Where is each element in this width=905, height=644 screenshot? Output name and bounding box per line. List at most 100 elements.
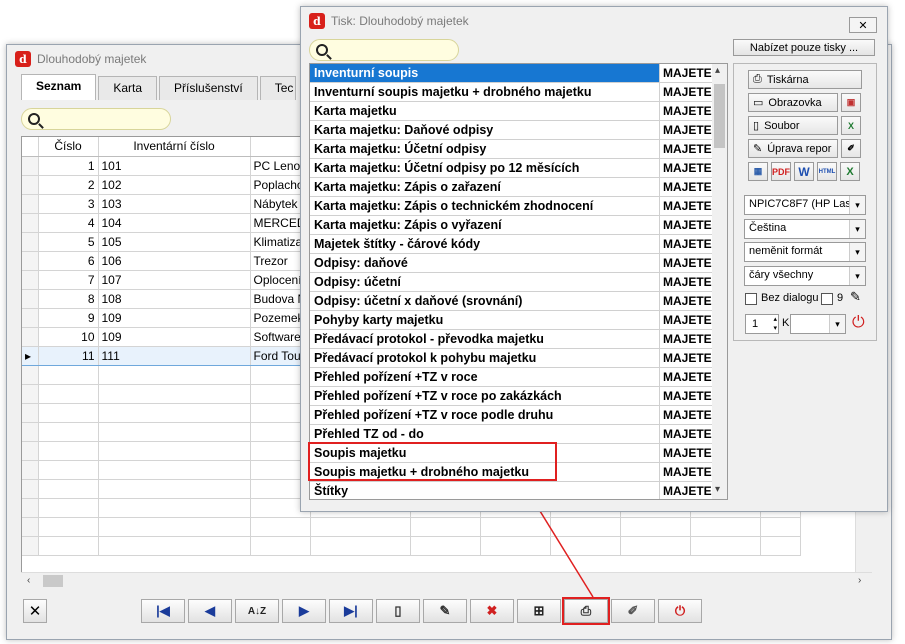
report-category: MAJETE [663,66,712,80]
report-list-item[interactable]: Přehled pořízení +TZ v roce MAJETE [310,368,712,387]
report-list-item[interactable]: Karta majetku: Zápis o technickém zhodno… [310,197,712,216]
report-name: Přehled pořízení +TZ v roce podle druhu [310,406,660,424]
report-name: Karta majetku: Účetní odpisy [310,140,660,158]
report-list-item[interactable]: Majetek štítky - čárové kódy MAJETE [310,235,712,254]
dialog-close-button[interactable]: ✕ [849,17,877,33]
pdf-export-button[interactable]: PDF [771,162,791,181]
report-category: MAJETE [663,294,712,308]
report-category: MAJETE [663,123,712,137]
offer-only-prints-button[interactable]: Nabízet pouze tisky ... [733,39,875,56]
report-name: Inventurní soupis [310,64,660,82]
report-list: Inventurní soupis MAJETE Inventurní soupis… [309,63,728,500]
report-list-item[interactable]: Karta majetku: Účetní odpisy MAJETE [310,140,712,159]
report-name: Odpisy: účetní x daňové (srovnání) [310,292,660,310]
report-list-item[interactable]: Přehled pořízení +TZ v roce podle druhu M… [310,406,712,425]
report-name: Karta majetku [310,102,660,120]
designer-icon: ✐ [847,143,855,153]
report-list-item[interactable]: Karta majetku MAJETE [310,102,712,121]
report-category: MAJETE [663,218,712,232]
report-category: MAJETE [663,237,712,251]
report-name: Majetek štítky - čárové kódy [310,235,660,253]
report-list-item[interactable]: Předávací protokol k pohybu majetku MAJET… [310,349,712,368]
no-dialog-checkbox[interactable] [745,293,757,305]
report-list-item[interactable]: Odpisy: daňové MAJETE [310,254,712,273]
stepper-arrows-icon[interactable]: ▴ ▾ [773,315,777,333]
chevron-down-icon[interactable]: ▾ [849,220,865,238]
report-category: MAJETE [663,180,712,194]
report-list-item[interactable]: Odpisy: účetní MAJETE [310,273,712,292]
app-logo-icon: d [309,13,325,29]
screen-button[interactable]: ▭ Obrazovka [748,93,838,112]
report-list-item[interactable]: Inventurní soupis MAJETE [310,64,712,83]
report-list-item[interactable]: Inventurní soupis majetku + drobného maj… [310,83,712,102]
report-category: MAJETE [663,427,712,441]
report-list-item[interactable]: Odpisy: účetní x daňové (srovnání) MAJETE [310,292,712,311]
html-export-button[interactable]: HTML [817,162,837,181]
report-name: Karta majetku: Účetní odpisy po 12 měsíc… [310,159,660,177]
report-scroll-thumb[interactable] [714,84,725,148]
lines-select[interactable]: čáry všechny ▾ [744,266,866,286]
scroll-down-icon[interactable]: ▾ [715,484,720,495]
report-category: MAJETE [663,142,712,156]
report-list-item[interactable]: Karta majetku: Účetní odpisy po 12 měsíc… [310,159,712,178]
report-list-item[interactable]: Štítky MAJETE [310,482,712,499]
report-designer-button[interactable]: ✐ [841,139,861,158]
copies-stepper[interactable]: 1 ▴ ▾ [745,314,779,334]
format-select[interactable]: neměnit formát ▾ [744,242,866,262]
report-category: MAJETE [663,408,712,422]
report-category: MAJETE [663,161,712,175]
grid-icon: ▦ [753,166,763,176]
scroll-up-icon[interactable]: ▴ [715,65,720,76]
screen-options-button[interactable]: ▣ [841,93,861,112]
copies-checkbox[interactable] [821,293,833,305]
power-icon[interactable]: ⏻ [852,314,865,332]
report-category: MAJETE [663,465,712,479]
printer-button[interactable]: ⎙ Tiskárna [748,70,862,89]
report-name: Odpisy: účetní [310,273,660,291]
report-category: MAJETE [663,85,712,99]
print-dialog: d Tisk: Dlouhodobý majetek ✕ Nabízet pou… [300,6,888,512]
file-icon: ▯ [753,120,760,132]
chevron-down-icon[interactable]: ▾ [849,243,865,261]
chevron-down-icon[interactable]: ▾ [849,267,865,285]
excel-export-button[interactable]: X [841,116,861,135]
printer-select[interactable]: NPIC7C8F7 (HP Lase ▾ [744,195,866,215]
word-export-button[interactable]: W [794,162,814,181]
report-category: MAJETE [663,256,712,270]
file-button[interactable]: ▯ Soubor [748,116,838,135]
grid-export-button[interactable]: ▦ [748,162,768,181]
language-select[interactable]: Čeština ▾ [744,219,866,239]
html-icon: HTML [818,168,836,175]
report-list-item[interactable]: Přehled pořízení +TZ v roce po zakázkách… [310,387,712,406]
output-options-panel: ⎙ Tiskárna ▭ Obrazovka ▣ ▯ Soubor X ✎ Úprava… [733,63,877,341]
report-category: MAJETE [663,351,712,365]
report-list-item[interactable]: Karta majetku: Daňové odpisy MAJETE [310,121,712,140]
report-list-scrollbar[interactable]: ▴ ▾ [712,64,727,499]
chevron-down-icon[interactable]: ▾ [849,196,865,214]
report-category: MAJETE [663,313,712,327]
report-name: Přehled pořízení +TZ v roce [310,368,660,386]
report-list-item[interactable]: Karta majetku: Zápis o zařazení MAJETE [310,178,712,197]
excel-icon: X [847,120,854,131]
report-list-item[interactable]: Pohyby karty majetku MAJETE [310,311,712,330]
report-category: MAJETE [663,389,712,403]
report-name: Předávací protokol k pohybu majetku [310,349,660,367]
settings-icon[interactable]: ✎ [850,289,861,305]
report-name: Inventurní soupis majetku + drobného maj… [310,83,660,101]
k-select[interactable]: ▾ [790,314,846,334]
report-list-item[interactable]: Předávací protokol - převodka majetku MAJ… [310,330,712,349]
report-list-item[interactable]: Karta majetku: Zápis o vyřazení MAJETE [310,216,712,235]
report-name: Štítky [310,482,660,499]
report-category: MAJETE [663,332,712,346]
report-name: Karta majetku: Zápis o vyřazení [310,216,660,234]
edit-report-button[interactable]: ✎ Úprava repor [748,139,838,158]
report-category: MAJETE [663,446,712,460]
search-icon [316,44,328,56]
k-label: K [782,317,790,329]
report-name: Karta majetku: Daňové odpisy [310,121,660,139]
chevron-down-icon[interactable]: ▾ [829,315,845,333]
pdf-icon: PDF [772,166,790,177]
report-search-input[interactable] [309,39,459,61]
excel-export-button-2[interactable]: X [840,162,860,181]
report-category: MAJETE [663,104,712,118]
